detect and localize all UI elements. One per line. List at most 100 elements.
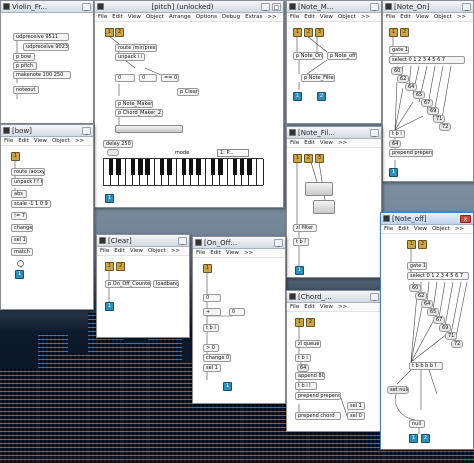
object-box[interactable]: sel 0	[347, 412, 365, 420]
object-box[interactable]: zl filter	[293, 224, 317, 232]
window-violin[interactable]: Violin_Fr... _ udpreceive 9511 udpreceiv…	[0, 0, 94, 124]
inlet-icon[interactable]: 1	[389, 28, 398, 37]
object-box[interactable]: route /mir/press	[115, 44, 157, 52]
menu-more[interactable]: >>	[171, 248, 180, 254]
outlet-icon[interactable]: 2	[421, 434, 430, 443]
menu-file[interactable]: File	[98, 14, 107, 20]
message-box[interactable]: 67	[421, 99, 433, 107]
object-box[interactable]: unpack f f f	[11, 178, 43, 186]
piano-black-key[interactable]	[130, 159, 136, 175]
menu-more[interactable]: >>	[338, 140, 347, 146]
menu-edit[interactable]: Edit	[114, 248, 125, 254]
titlebar[interactable]: Violin_Fr... _	[1, 1, 93, 13]
menu-file[interactable]: File	[290, 140, 299, 146]
outlet-icon[interactable]: 1	[223, 382, 232, 391]
object-box[interactable]: gate 1	[407, 262, 427, 270]
minimize-icon[interactable]: _	[82, 126, 91, 135]
object-box[interactable]: p Note_Filter	[301, 74, 335, 82]
message-box[interactable]: 65	[413, 91, 425, 99]
close-icon[interactable]: x	[460, 214, 471, 223]
menu-edit[interactable]: Edit	[210, 250, 221, 256]
outlet-icon[interactable]: 1	[409, 434, 418, 443]
menu-view[interactable]: View	[226, 250, 239, 256]
object-box[interactable]: > 0	[203, 344, 219, 352]
patcher-canvas[interactable]: 1 2 p On_Off_Counter loadbang 1	[97, 256, 189, 337]
window-pitch[interactable]: [pitch] (unlocked) _ □ File Edit View Ob…	[94, 0, 284, 208]
piano-black-key[interactable]	[116, 159, 121, 175]
piano-black-key[interactable]	[109, 159, 114, 175]
message-box[interactable]: 67	[433, 316, 445, 324]
message-box[interactable]: 62	[397, 75, 409, 83]
inlet-icon[interactable]: 1	[105, 28, 114, 37]
window-on-off-counter[interactable]: [On_Off... _ File Edit View >> 1 0 + 0 t…	[192, 236, 286, 404]
object-box[interactable]: p Note_off	[327, 52, 357, 60]
menu-view[interactable]: View	[128, 14, 141, 20]
message-box[interactable]: 64	[421, 300, 433, 308]
piano-black-key[interactable]	[196, 159, 201, 175]
window-note-maker[interactable]: [Note_M... _ File Edit View Object >> 1 …	[286, 0, 382, 124]
patcher-canvas[interactable]: 1 2 3 zl filter t b l 1	[287, 148, 381, 277]
object-box[interactable]: p Note_Maker	[115, 100, 153, 108]
object-box[interactable]: match 1	[11, 248, 33, 256]
object-box[interactable]: sel 1	[203, 364, 221, 372]
menu-more[interactable]: >>	[361, 14, 370, 20]
titlebar[interactable]: [Chord_... _	[287, 291, 381, 303]
message-box[interactable]: 69	[439, 324, 451, 332]
object-box[interactable]: udpreceive 9023	[23, 43, 69, 51]
object-box[interactable]: change 0	[203, 354, 231, 362]
minimize-icon[interactable]: _	[370, 292, 379, 301]
inlet-icon[interactable]: 2	[115, 28, 124, 37]
menu-more[interactable]: >>	[457, 14, 466, 20]
titlebar[interactable]: [Clear] _	[97, 235, 189, 247]
menu-view[interactable]: View	[34, 138, 47, 144]
patcher-canvas[interactable]: 1 0 + 0 t b i > 0 change 0 sel 1 1	[193, 258, 285, 403]
menu-object[interactable]: Object	[146, 14, 164, 20]
minimize-icon[interactable]: _	[82, 2, 91, 11]
inlet-icon[interactable]: 2	[418, 240, 427, 249]
object-box[interactable]: unpack i i i	[115, 53, 145, 61]
menu-file[interactable]: File	[290, 304, 299, 310]
message-box[interactable]: 72	[439, 123, 451, 131]
toggle[interactable]	[17, 260, 24, 267]
patcher-canvas[interactable]: 1 2 3 p Note_On p Note_off p Note_Filter…	[287, 22, 381, 123]
menu-more[interactable]: >>	[268, 14, 277, 20]
menu-view[interactable]: View	[320, 304, 333, 310]
maximize-icon[interactable]: □	[272, 2, 281, 11]
outlet-icon[interactable]: 1	[105, 302, 114, 311]
mode-dropdown[interactable]: 1: P...	[217, 149, 249, 157]
object-box[interactable]: prepend chord	[295, 412, 341, 420]
inlet-icon[interactable]: 1	[203, 264, 212, 273]
object-box[interactable]: scale -1 1 0 9	[11, 200, 51, 208]
titlebar[interactable]: [bow] _	[1, 125, 93, 137]
number-box[interactable]: 0	[229, 308, 245, 316]
message-box[interactable]: 60	[391, 67, 403, 75]
message-box[interactable]: 60	[409, 284, 421, 292]
titlebar[interactable]: [Note_Fil... _	[287, 127, 381, 139]
object-box[interactable]: t b i	[389, 130, 405, 138]
menu-edit[interactable]: Edit	[398, 226, 409, 232]
object-box[interactable]: p Note_On	[293, 52, 323, 60]
menu-object[interactable]: Object	[338, 14, 356, 20]
object-box[interactable]: null	[409, 420, 425, 428]
object-box[interactable]: sel 1	[347, 402, 365, 410]
object-box[interactable]: select 0 1 2 3 4 5 6 7	[389, 56, 465, 64]
piano-black-key[interactable]	[247, 159, 252, 175]
window-bow[interactable]: [bow] _ File Edit View Object >> 1 route…	[0, 124, 94, 310]
message-box[interactable]: 64	[405, 83, 417, 91]
object-box[interactable]: t b i l	[295, 382, 317, 390]
outlet-icon[interactable]: 1	[295, 266, 304, 275]
menu-more[interactable]: >>	[455, 226, 464, 232]
inlet-icon[interactable]: 1	[407, 240, 416, 249]
object-box[interactable]: delay 250	[103, 140, 133, 148]
inlet-icon[interactable]: 1	[11, 152, 20, 161]
object-box[interactable]: +	[203, 308, 221, 316]
patcher-canvas[interactable]: 1 2 zl queue t b i 64 append 80 t b i l …	[287, 312, 381, 431]
object-box[interactable]: zl queue	[295, 340, 321, 348]
object-box[interactable]: t b i	[295, 354, 311, 362]
menu-edit[interactable]: Edit	[400, 14, 411, 20]
inlet-icon[interactable]: 3	[315, 154, 324, 163]
menu-file[interactable]: File	[100, 248, 109, 254]
message-box[interactable]: 64	[297, 364, 309, 372]
menu-file[interactable]: File	[386, 14, 395, 20]
minimize-icon[interactable]: _	[261, 2, 270, 11]
